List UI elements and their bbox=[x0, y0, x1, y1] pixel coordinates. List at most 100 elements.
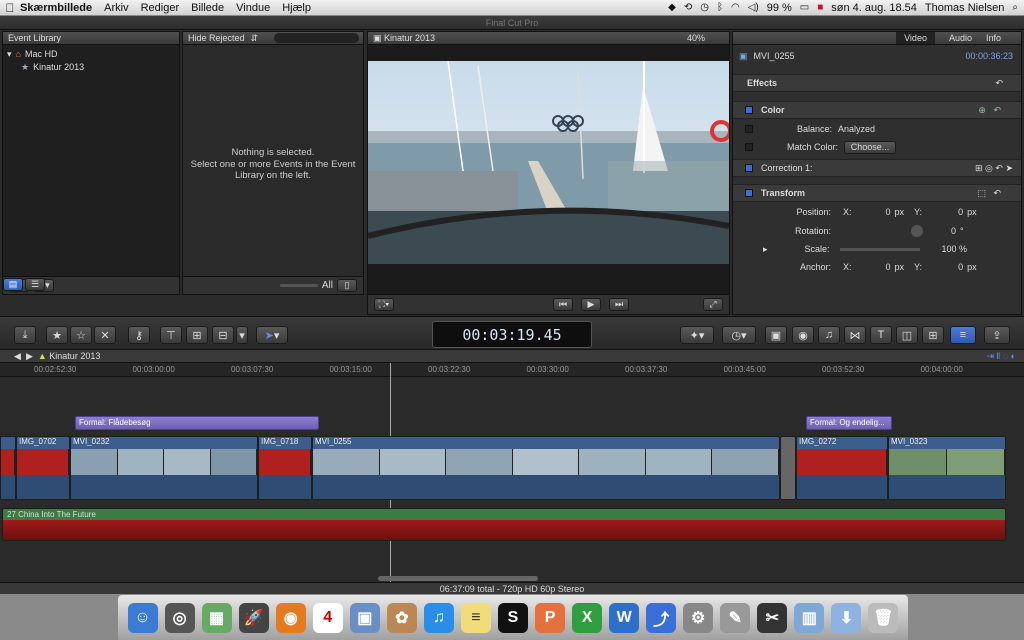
position-y-value[interactable]: 0 bbox=[958, 207, 963, 217]
finder-icon[interactable]: ☺ bbox=[127, 602, 158, 633]
preview-icon[interactable]: ▣ bbox=[349, 602, 380, 633]
clip-start-fragment[interactable] bbox=[0, 436, 16, 500]
color-section[interactable]: Color ⊕ ↶ bbox=[733, 101, 1021, 119]
all-label[interactable]: All bbox=[322, 280, 333, 291]
apple-menu-icon[interactable]:  bbox=[0, 1, 20, 15]
transform-onscreen-icon[interactable]: ⬚ ↶ bbox=[977, 188, 1001, 199]
clip-mvi-0255[interactable]: MVI_0255 bbox=[312, 436, 780, 500]
final-cut-pro-icon[interactable]: ✂ bbox=[757, 602, 788, 633]
powerpoint-icon[interactable]: P bbox=[535, 602, 566, 633]
transitions-button[interactable]: ⋈ bbox=[844, 326, 866, 344]
menu-vindue[interactable]: Vindue bbox=[236, 2, 270, 14]
keyword-button[interactable]: ⚷ bbox=[128, 326, 150, 344]
applications-folder-icon[interactable]: ▥ bbox=[794, 602, 825, 633]
effects-section[interactable]: Effects ↶ bbox=[733, 74, 1021, 92]
next-edit-button[interactable]: ⏭ bbox=[609, 298, 629, 311]
iphoto-icon[interactable]: ✿ bbox=[386, 602, 417, 633]
fullscreen-button[interactable]: ⤢ bbox=[703, 298, 723, 311]
itunes-icon[interactable]: ♫ bbox=[423, 602, 454, 633]
choose-button[interactable]: Choose... bbox=[844, 140, 897, 154]
sonos-icon[interactable]: S bbox=[497, 602, 528, 633]
timecode-display[interactable]: 00:03:19.45 bbox=[432, 321, 592, 348]
mission-control-icon[interactable]: ▦ bbox=[201, 602, 232, 633]
viewer-video-frame[interactable] bbox=[368, 61, 729, 264]
menu-billede[interactable]: Billede bbox=[191, 2, 224, 14]
insert-button[interactable]: ⊞ bbox=[186, 326, 208, 344]
rotation-value[interactable]: 0 bbox=[951, 226, 956, 236]
edit-options-button[interactable]: ▾ bbox=[236, 326, 248, 344]
word-icon[interactable]: W bbox=[609, 602, 640, 633]
excel-icon[interactable]: X bbox=[572, 602, 603, 633]
volume-icon[interactable]: ◁) bbox=[748, 2, 759, 13]
media-browser-button[interactable]: ▣ bbox=[765, 326, 787, 344]
reset-icon[interactable]: ↶ bbox=[995, 78, 1003, 89]
forward-arrow-icon[interactable]: ▶ bbox=[26, 351, 38, 362]
menu-rediger[interactable]: Rediger bbox=[141, 2, 180, 14]
retime-button[interactable]: ◷▾ bbox=[722, 326, 756, 344]
battery-percent[interactable]: 99 % bbox=[767, 2, 792, 14]
title-clip-1[interactable]: Formal: Flådebesøg bbox=[75, 416, 319, 430]
app-menu[interactable]: Skærmbillede bbox=[20, 2, 92, 14]
color-checkbox[interactable] bbox=[745, 106, 753, 114]
append-button[interactable]: ⊟ bbox=[212, 326, 234, 344]
disclosure-icon[interactable]: ▾ bbox=[7, 48, 12, 61]
import-button[interactable]: ⤓ bbox=[14, 326, 36, 344]
clip-img-0272[interactable]: IMG_0272 bbox=[796, 436, 888, 500]
color-board-buttons[interactable]: ⊞ ◎ ↶ ➤ bbox=[975, 163, 1013, 174]
browser-search-field[interactable] bbox=[274, 33, 359, 43]
tab-info[interactable]: Info bbox=[986, 32, 1001, 44]
launchpad-icon[interactable]: 🚀 bbox=[238, 602, 269, 633]
themes-button[interactable]: ⊞ bbox=[922, 326, 944, 344]
rotation-dial[interactable] bbox=[911, 225, 923, 237]
stickies-icon[interactable]: ≡ bbox=[460, 602, 491, 633]
filter-popup[interactable]: Hide Rejected bbox=[188, 32, 245, 44]
transform-section[interactable]: Transform ⬚ ↶ bbox=[733, 184, 1021, 202]
event-item[interactable]: ★ Kinatur 2013 bbox=[21, 61, 175, 74]
correction-checkbox[interactable] bbox=[745, 164, 753, 172]
correction-row[interactable]: Correction 1: ⊞ ◎ ↶ ➤ bbox=[733, 159, 1021, 177]
clip-mvi-0232[interactable]: MVI_0232 bbox=[70, 436, 258, 500]
anchor-x-value[interactable]: 0 bbox=[886, 262, 891, 272]
syncmate-icon[interactable]: ⤴ bbox=[646, 602, 677, 633]
timeline-ruler[interactable]: 00:02:52:30 00:03:00:00 00:03:07:30 00:03:1… bbox=[0, 363, 1024, 377]
color-board-icon[interactable]: ⊕ ↶ bbox=[978, 105, 1001, 116]
photo-browser-button[interactable]: ◉ bbox=[792, 326, 814, 344]
list-view-button[interactable]: ☰ bbox=[25, 278, 45, 291]
time-machine-icon[interactable]: ◷ bbox=[700, 2, 709, 13]
title-clip-2[interactable]: Formal: Og endelig... bbox=[806, 416, 892, 430]
menu-arkiv[interactable]: Arkiv bbox=[104, 2, 128, 14]
share-button[interactable]: ⇪ bbox=[984, 326, 1010, 344]
share-icon[interactable]: ⟲ bbox=[684, 2, 692, 13]
calendar-icon[interactable]: 4 bbox=[312, 602, 343, 633]
downloads-folder-icon[interactable]: ⬇ bbox=[831, 602, 862, 633]
zoom-popup[interactable]: 40% bbox=[687, 32, 705, 44]
flag-icon[interactable]: ■ bbox=[817, 2, 823, 13]
back-arrow-icon[interactable]: ◀ bbox=[14, 351, 26, 362]
connect-button[interactable]: ⊤ bbox=[160, 326, 182, 344]
battery-icon[interactable]: ▭ bbox=[800, 2, 809, 13]
firefox-icon[interactable]: ◉ bbox=[275, 602, 306, 633]
match-color-checkbox[interactable] bbox=[745, 143, 753, 151]
filmstrip-view-button[interactable]: ▤ bbox=[3, 278, 23, 291]
generators-button[interactable]: ◫ bbox=[896, 326, 918, 344]
view-options-button[interactable]: ⛶▾ bbox=[374, 298, 394, 311]
timeline-scrollbar[interactable] bbox=[378, 576, 538, 581]
user-name[interactable]: Thomas Nielsen bbox=[925, 2, 1004, 14]
scale-value[interactable]: 100 % bbox=[942, 244, 968, 254]
reject-button[interactable]: ✕ bbox=[94, 326, 116, 344]
position-x-value[interactable]: 0 bbox=[886, 207, 891, 217]
trash-icon[interactable]: 🗑 bbox=[868, 602, 899, 633]
skimming-toggles[interactable]: ⇥ ‖ ◌ ◐ bbox=[986, 351, 1016, 362]
clip-mvi-0323[interactable]: MVI_0323 bbox=[888, 436, 1006, 500]
clock[interactable]: søn 4. aug. 18.54 bbox=[831, 2, 917, 14]
play-button[interactable]: ▶ bbox=[581, 298, 601, 311]
drive-item[interactable]: ▾ ⌂ Mac HD bbox=[7, 48, 175, 61]
menu-hjaelp[interactable]: Hjælp bbox=[282, 2, 311, 14]
browser-settings-button[interactable]: ▯ bbox=[337, 279, 357, 292]
spotlight-icon[interactable]: ⌕ bbox=[1012, 2, 1018, 13]
chevron-updown-icon[interactable]: ⇵ bbox=[251, 32, 259, 44]
wifi-icon[interactable]: ◠ bbox=[731, 2, 740, 13]
dropbox-icon[interactable]: ◆ bbox=[668, 2, 676, 13]
enhancements-button[interactable]: ✦▾ bbox=[680, 326, 714, 344]
tab-audio[interactable]: Audio bbox=[949, 32, 972, 44]
